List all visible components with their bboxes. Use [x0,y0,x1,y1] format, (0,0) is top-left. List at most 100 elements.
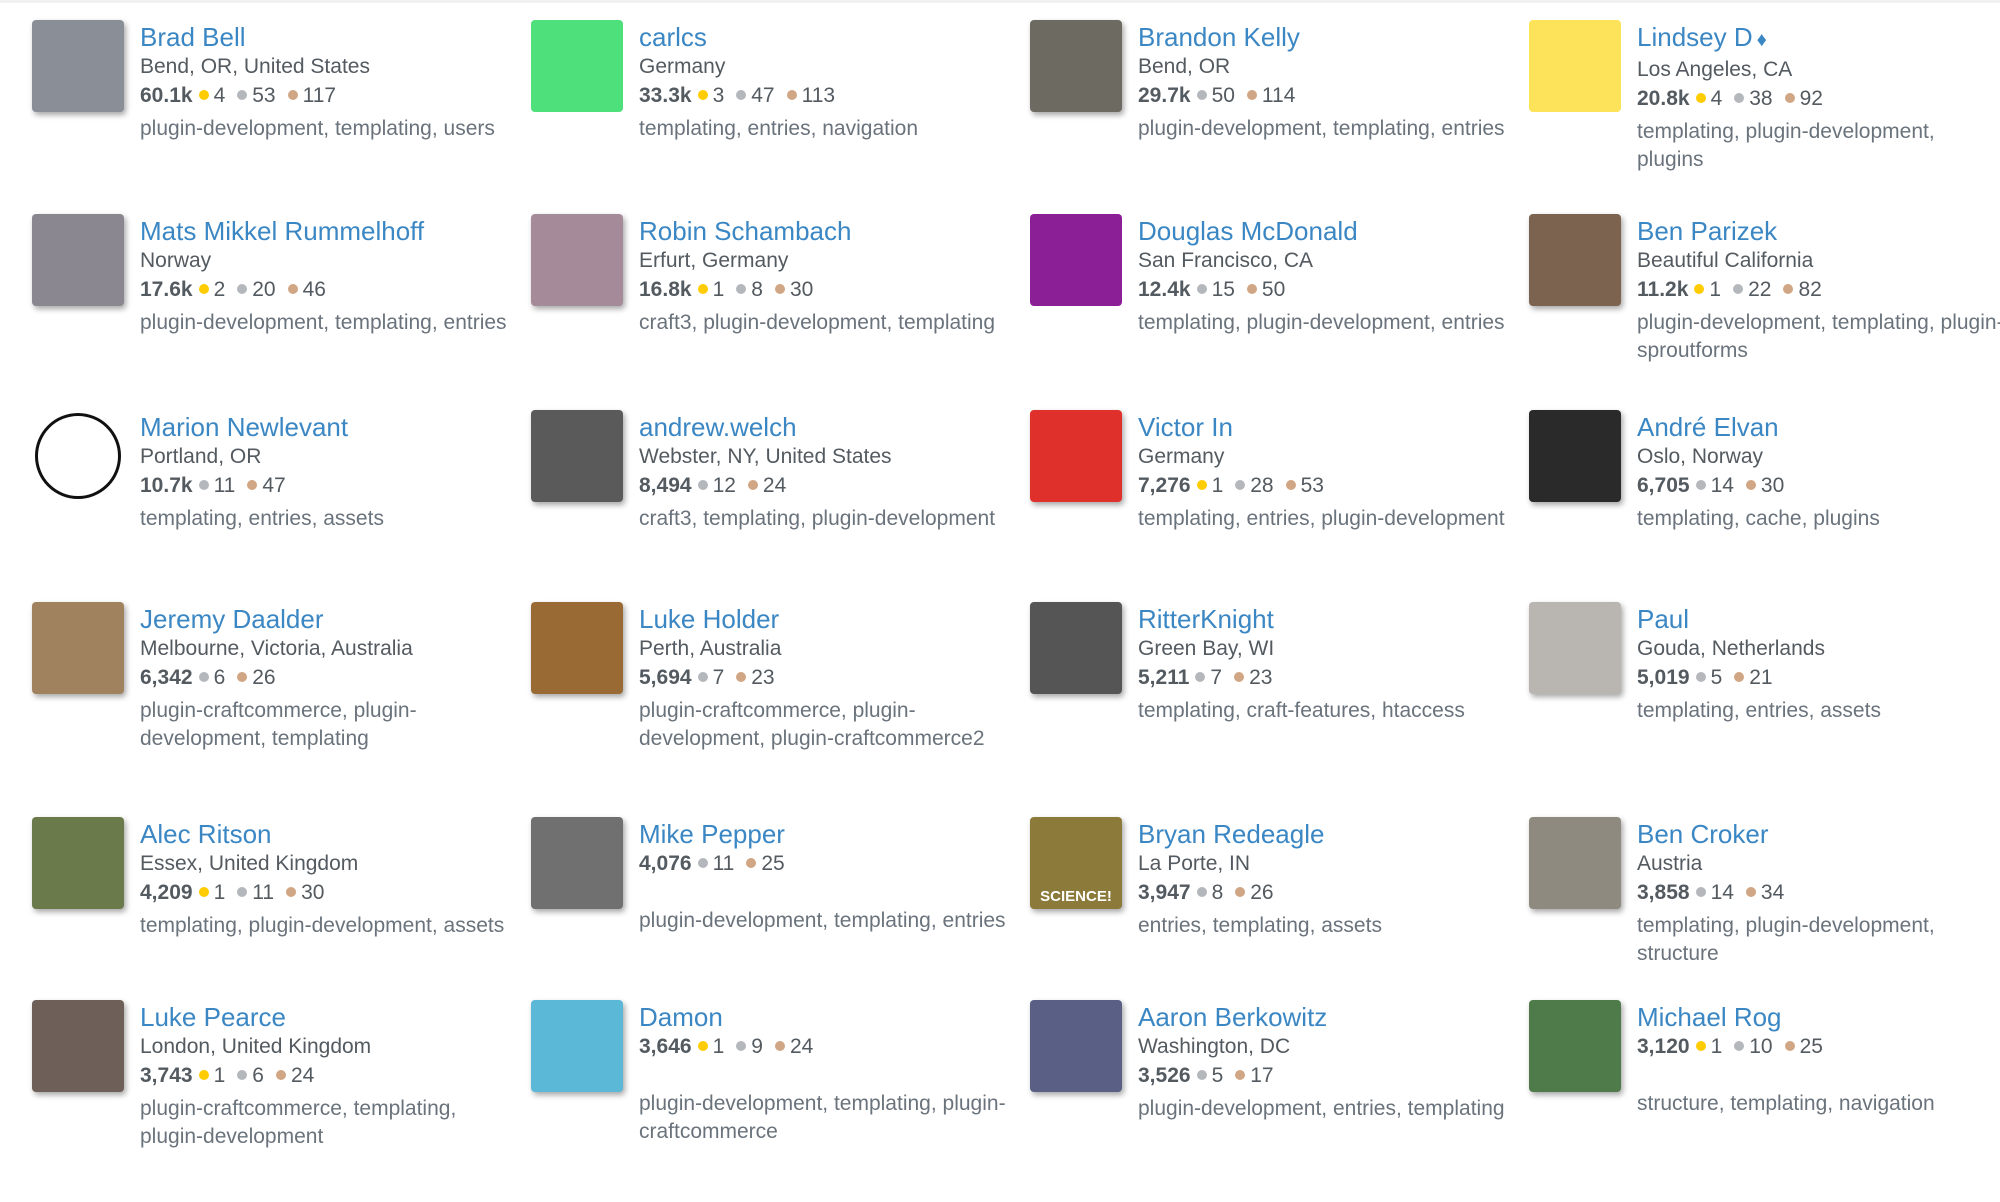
user-tags[interactable]: templating, plugin-development, entries [1138,309,1508,337]
user-name-link[interactable]: Mike Pepper [639,819,1009,849]
reputation-score: 8,494 [639,474,692,497]
user-name-link[interactable]: Michael Rog [1637,1002,2000,1032]
user-card: Paul Gouda, Netherlands 5,019 5 21 templating… [1529,602,2000,817]
user-name-link[interactable]: Douglas McDonald [1138,216,1508,246]
user-avatar[interactable] [1030,602,1122,694]
user-tags[interactable]: plugin-development, templating, entries [1138,115,1508,143]
user-name-link[interactable]: Victor In [1138,412,1508,442]
user-tags[interactable]: templating, entries, assets [1637,697,2000,725]
user-location: Germany [1138,445,1225,468]
user-avatar[interactable] [531,410,623,502]
silver-badge: 53 [237,84,276,107]
user-tags[interactable]: plugin-development, templating, users [140,115,510,143]
user-avatar[interactable] [1030,410,1122,502]
gold-badge-dot-icon [697,1041,708,1051]
user-tags[interactable]: templating, entries, plugin-development [1138,505,1508,533]
user-name-link[interactable]: Luke Pearce [140,1002,510,1032]
user-avatar[interactable] [32,20,124,112]
user-tags[interactable]: structure, templating, navigation [1637,1090,2000,1118]
silver-badge-count: 10 [1749,1035,1773,1058]
user-avatar[interactable] [1529,1000,1621,1092]
user-name: Victor In [1138,412,1233,442]
user-avatar[interactable] [1030,20,1122,112]
user-avatar[interactable] [32,602,124,694]
user-tags[interactable]: templating, plugin-development, assets [140,912,510,940]
user-tags[interactable]: plugin-craftcommerce, plugin-development… [140,697,510,753]
user-name-link[interactable]: Paul [1637,604,2000,634]
user-card: andrew.welch Webster, NY, United States 8,… [531,410,1030,602]
user-stats: 7,276 1 28 53 [1138,471,1508,501]
user-avatar[interactable] [531,20,623,112]
user-avatar[interactable] [32,1000,124,1092]
user-avatar[interactable] [531,817,623,909]
user-tags[interactable]: templating, entries, navigation [639,115,1009,143]
user-name-link[interactable]: Bryan Redeagle [1138,819,1508,849]
user-avatar[interactable] [1529,602,1621,694]
bronze-badge-count: 117 [302,84,337,107]
user-avatar[interactable] [531,214,623,306]
user-tags[interactable]: plugin-development, templating, entries [140,309,510,337]
user-name-link[interactable]: Ben Croker [1637,819,2000,849]
user-tags[interactable]: plugin-development, templating, plugin-s… [1637,309,2000,365]
user-avatar[interactable] [1529,214,1621,306]
user-name-link[interactable]: Alec Ritson [140,819,510,849]
user-avatar[interactable] [32,817,124,909]
user-tags[interactable]: plugin-development, templating, plugin-c… [639,1090,1009,1146]
user-location: Germany [639,55,726,78]
user-name-link[interactable]: André Elvan [1637,412,2000,442]
user-name-link[interactable]: Robin Schambach [639,216,1009,246]
user-tags[interactable]: templating, cache, plugins [1637,505,2000,533]
user-tags[interactable]: templating, entries, assets [140,505,510,533]
user-avatar[interactable] [32,214,124,306]
user-name-link[interactable]: Ben Parizek [1637,216,2000,246]
bronze-badge: 46 [287,278,326,301]
user-tags[interactable]: craft3, templating, plugin-development [639,505,1009,533]
silver-badge: 14 [1695,881,1734,904]
user-avatar[interactable] [1529,817,1621,909]
user-stats: 6,342 6 26 [140,663,510,693]
user-avatar[interactable] [1030,1000,1122,1092]
user-tags[interactable]: templating, plugin-development, structur… [1637,912,2000,968]
user-name-link[interactable]: Brad Bell [140,22,510,52]
user-avatar[interactable] [531,1000,623,1092]
user-avatar[interactable]: SCIENCE! [1030,817,1122,909]
user-card: Alec Ritson Essex, United Kingdom 4,209 1 11… [32,817,531,1000]
user-avatar[interactable] [1030,214,1122,306]
user-tags[interactable]: plugin-development, entries, templating [1138,1095,1508,1123]
user-tags[interactable]: entries, templating, assets [1138,912,1508,940]
user-name-link[interactable]: Jeremy Daalder [140,604,510,634]
bronze-badge-dot-icon [774,1041,785,1051]
user-name-link[interactable]: Luke Holder [639,604,1009,634]
gold-badge-dot-icon [697,90,708,100]
user-tags[interactable]: plugin-craftcommerce, templating, plugin… [140,1095,510,1151]
user-name-link[interactable]: Lindsey D ♦ [1637,22,2000,55]
user-name-link[interactable]: Aaron Berkowitz [1138,1002,1508,1032]
user-name-link[interactable]: Damon [639,1002,1009,1032]
user-name: Mats Mikkel Rummelhoff [140,216,425,246]
user-name: RitterKnight [1138,604,1274,634]
gold-badge-dot-icon [1695,93,1706,103]
user-tags[interactable]: templating, plugin-development, plugins [1637,118,2000,174]
bronze-badge-count: 53 [1300,474,1324,497]
user-tags[interactable]: craft3, plugin-development, templating [639,309,1009,337]
user-name: Paul [1637,604,1690,634]
user-avatar[interactable] [1529,20,1621,112]
bronze-badge: 50 [1246,278,1285,301]
user-name-link[interactable]: RitterKnight [1138,604,1508,634]
user-info: André Elvan Oslo, Norway 6,705 14 30 templati… [1637,410,2000,533]
user-info: RitterKnight Green Bay, WI 5,211 7 23 templat… [1138,602,1508,725]
user-name-link[interactable]: Mats Mikkel Rummelhoff [140,216,510,246]
user-avatar[interactable] [1529,410,1621,502]
user-name-link[interactable]: carlcs [639,22,1009,52]
user-tags[interactable]: templating, craft-features, htaccess [1138,697,1508,725]
user-avatar[interactable] [35,413,121,499]
user-name-link[interactable]: andrew.welch [639,412,1009,442]
user-name-link[interactable]: Brandon Kelly [1138,22,1508,52]
user-name-link[interactable]: Marion Newlevant [140,412,510,442]
user-card: Jeremy Daalder Melbourne, Victoria, Austr… [32,602,531,817]
user-info: Luke Pearce London, United Kingdom 3,743 1 6… [140,1000,510,1151]
user-tags[interactable]: plugin-craftcommerce, plugin-development… [639,697,1009,753]
user-tags[interactable]: plugin-development, templating, entries [639,907,1009,935]
user-avatar[interactable] [531,602,623,694]
